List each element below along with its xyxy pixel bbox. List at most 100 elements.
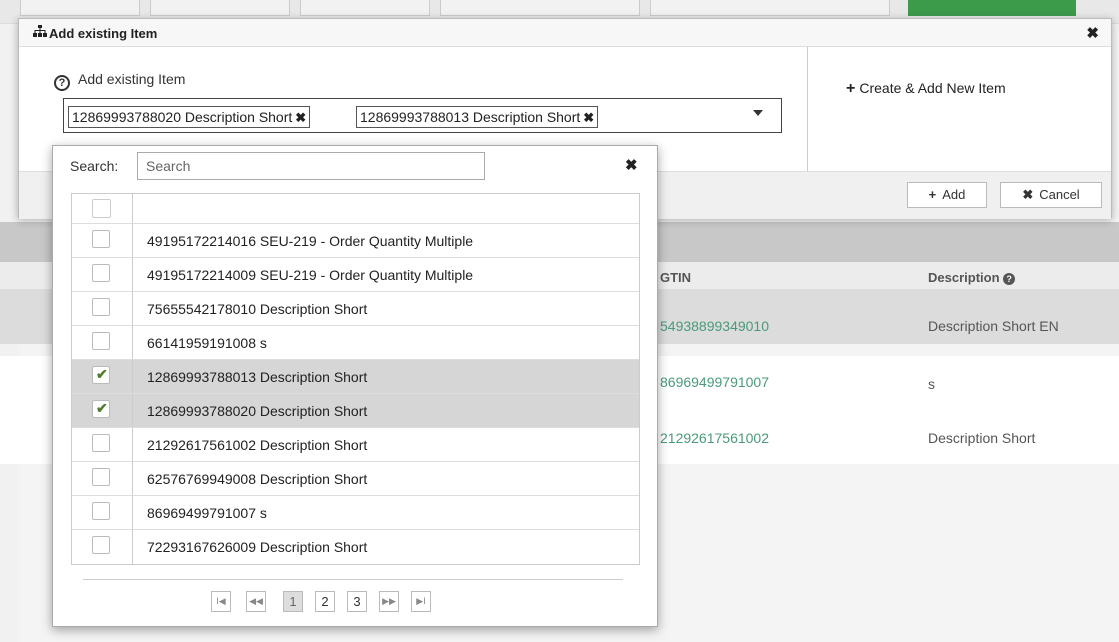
description-cell: Description Short: [928, 430, 1036, 446]
checkbox-cell: [72, 292, 133, 325]
checkbox-cell: [72, 496, 133, 529]
item-checkbox[interactable]: [92, 468, 110, 486]
caret-down-icon[interactable]: [753, 110, 763, 116]
checkbox-cell: [72, 530, 133, 564]
description-cell: s: [928, 376, 935, 392]
list-item-label: 62576769949008 Description Short: [147, 471, 368, 487]
item-checkbox[interactable]: [92, 502, 110, 520]
list-item[interactable]: 49195172214009 SEU-219 - Order Quantity …: [72, 258, 639, 292]
question-circle-icon[interactable]: ?: [54, 75, 70, 91]
toolbar-button[interactable]: [440, 0, 640, 16]
edit-hierarchy-button[interactable]: [908, 0, 1076, 16]
list-item-label: 86969499791007 s: [147, 505, 267, 521]
close-icon: ✖: [1022, 187, 1034, 202]
checkbox-cell: [72, 258, 133, 291]
close-icon[interactable]: ✖: [625, 156, 638, 174]
gtin-cell[interactable]: 21292617561002: [660, 430, 769, 446]
list-item-label: 49195172214016 SEU-219 - Order Quantity …: [147, 233, 474, 249]
page-button[interactable]: 2: [315, 591, 335, 612]
first-page-button[interactable]: I◀: [211, 591, 231, 612]
list-item[interactable]: 21292617561002 Description Short: [72, 428, 639, 462]
list-item-label: 21292617561002 Description Short: [147, 437, 368, 453]
toolbar-button[interactable]: [650, 0, 890, 16]
item-checkbox[interactable]: [92, 264, 110, 282]
search-row: Search: ✖: [53, 146, 657, 186]
checkbox-cell: [72, 224, 133, 257]
list-item-label: 12869993788013 Description Short: [147, 369, 368, 385]
item-checkbox[interactable]: ✔: [92, 400, 110, 418]
list-item-label: 72293167626009 Description Short: [147, 539, 368, 555]
selected-tag: 12869993788013 Description Short ✖: [356, 106, 599, 128]
gtin-column-header[interactable]: GTIN: [660, 270, 691, 285]
last-page-button[interactable]: ▶I: [411, 591, 431, 612]
item-checkbox[interactable]: [92, 332, 110, 350]
page-button[interactable]: 3: [347, 591, 367, 612]
field-label: ? Add existing Item: [54, 71, 185, 91]
gtin-cell[interactable]: 86969499791007: [660, 374, 769, 390]
add-button[interactable]: + Add: [907, 182, 987, 208]
field-label-text: Add existing Item: [78, 71, 186, 87]
checkbox-cell: [72, 194, 133, 223]
dialog-right-pane: + Create & Add New Item: [808, 47, 1113, 171]
toolbar-button[interactable]: [150, 0, 290, 16]
checkmark-icon: ✔: [96, 400, 108, 416]
item-checkbox[interactable]: ✔: [92, 366, 110, 384]
list-item[interactable]: ✔ 12869993788020 Description Short: [72, 394, 639, 428]
list-item[interactable]: ✔ 12869993788013 Description Short: [72, 360, 639, 394]
checkbox-cell: [72, 462, 133, 495]
plus-icon: +: [846, 80, 856, 97]
plus-icon: +: [928, 187, 937, 202]
search-input[interactable]: [137, 152, 485, 180]
search-label: Search:: [70, 158, 119, 174]
item-list: 49195172214016 SEU-219 - Order Quantity …: [71, 193, 640, 565]
cancel-button[interactable]: ✖ Cancel: [1000, 182, 1102, 208]
page-button[interactable]: 1: [283, 591, 303, 612]
prev-page-button[interactable]: ◀◀: [246, 591, 266, 612]
toolbar-button[interactable]: [300, 0, 430, 16]
toolbar-button[interactable]: [20, 0, 140, 16]
list-item-label: 49195172214009 SEU-219 - Order Quantity …: [147, 267, 474, 283]
remove-tag-icon[interactable]: ✖: [583, 110, 594, 125]
checkbox-cell: ✔: [72, 394, 133, 427]
item-checkbox[interactable]: [92, 230, 110, 248]
create-add-new-item-label: Create & Add New Item: [859, 80, 1006, 96]
list-item[interactable]: 62576769949008 Description Short: [72, 462, 639, 496]
remove-tag-icon[interactable]: ✖: [295, 110, 306, 125]
tag-label: 12869993788013 Description Short: [360, 109, 581, 125]
add-button-label: Add: [942, 187, 966, 202]
help-circle-icon[interactable]: ?: [1003, 273, 1016, 285]
next-page-button[interactable]: ▶▶: [379, 591, 399, 612]
close-icon[interactable]: ✖: [1086, 24, 1099, 42]
checkbox-cell: ✔: [72, 360, 133, 393]
list-item-label: 75655542178010 Description Short: [147, 301, 368, 317]
item-checkbox[interactable]: [92, 536, 110, 554]
list-item[interactable]: 86969499791007 s: [72, 496, 639, 530]
checkbox-cell: [72, 326, 133, 359]
list-header-row: [72, 194, 639, 224]
list-item[interactable]: 49195172214016 SEU-219 - Order Quantity …: [72, 224, 639, 258]
select-all-checkbox[interactable]: [92, 199, 111, 218]
cancel-button-label: Cancel: [1039, 187, 1080, 202]
list-item[interactable]: 75655542178010 Description Short: [72, 292, 639, 326]
item-checkbox[interactable]: [92, 434, 110, 452]
item-multiselect[interactable]: 12869993788020 Description Short ✖ 128699…: [63, 98, 782, 133]
dialog-title-bar: Add existing Item ✖: [19, 19, 1111, 47]
description-column-label: Description: [928, 270, 1000, 285]
description-cell: Description Short EN: [928, 318, 1059, 334]
list-item[interactable]: 66141959191008 s: [72, 326, 639, 360]
sitemap-icon: [33, 25, 47, 40]
create-add-new-item-link[interactable]: + Create & Add New Item: [846, 80, 1006, 98]
item-dropdown: Search: ✖ 49195172214016 SEU-219 - Order…: [52, 145, 658, 627]
description-column-header[interactable]: Description ?: [928, 270, 1016, 285]
list-item-label: 66141959191008 s: [147, 335, 267, 351]
item-checkbox[interactable]: [92, 298, 110, 316]
checkmark-icon: ✔: [96, 366, 108, 382]
dialog-title: Add existing Item: [49, 26, 158, 41]
gtin-cell[interactable]: 54938899349010: [660, 318, 769, 334]
list-item-label: 12869993788020 Description Short: [147, 403, 368, 419]
tag-label: 12869993788020 Description Short: [72, 109, 293, 125]
checkbox-cell: [72, 428, 133, 461]
selected-tag: 12869993788020 Description Short ✖: [68, 106, 311, 128]
divider: [83, 579, 623, 580]
list-item[interactable]: 72293167626009 Description Short: [72, 530, 639, 564]
